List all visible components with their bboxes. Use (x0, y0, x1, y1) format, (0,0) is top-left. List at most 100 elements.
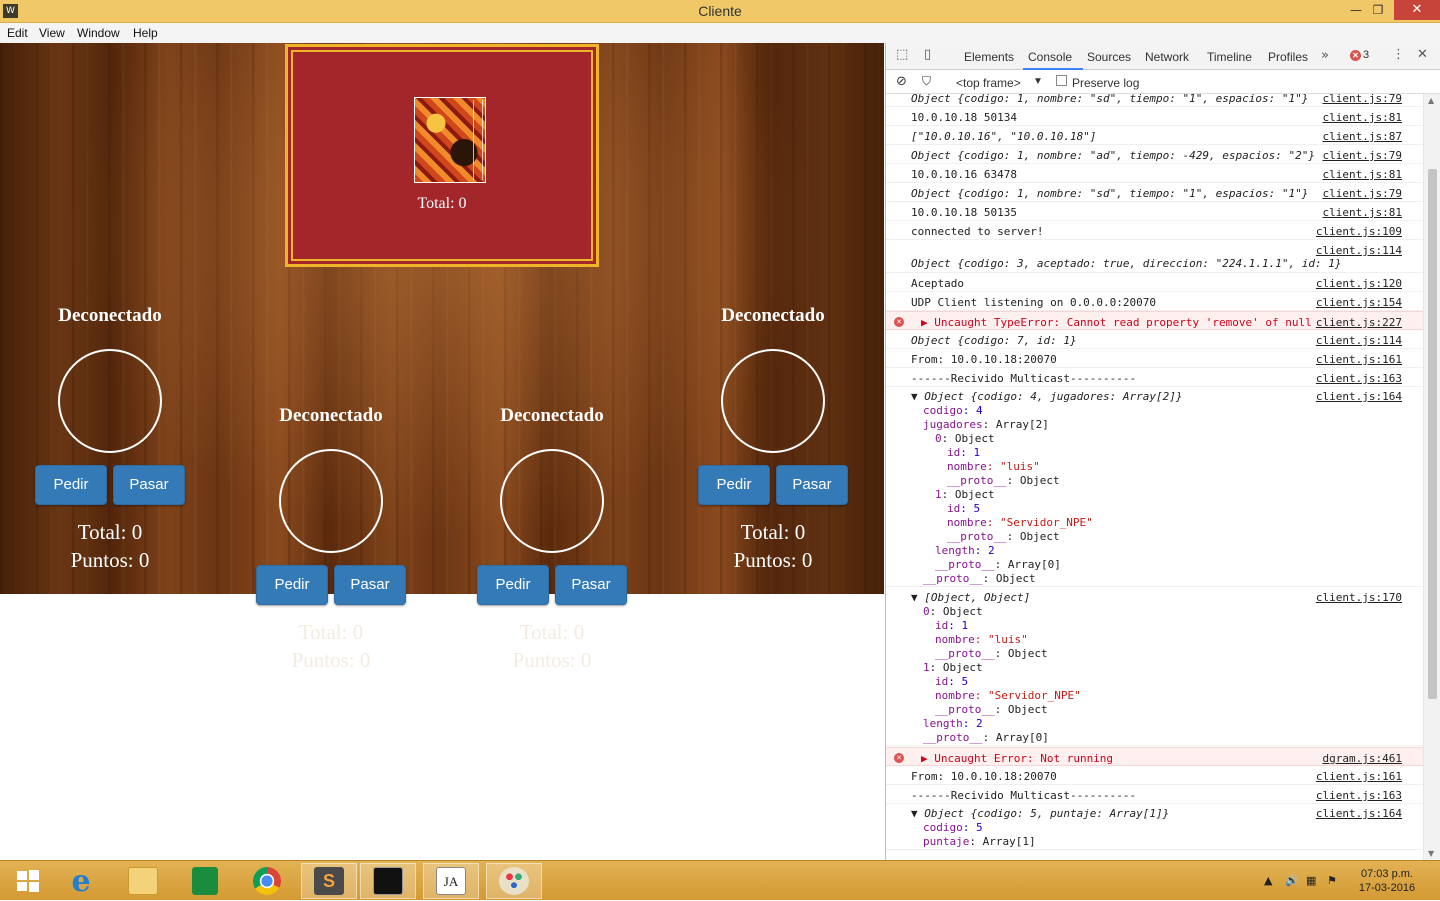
tab-elements[interactable]: Elements (964, 50, 1014, 64)
system-tray: ▲ 🔊 ▦ ⚑ 07:03 p.m. 17-03-2016 (1220, 861, 1440, 901)
console-source-link[interactable]: client.js:79 (1323, 94, 1402, 105)
tab-profiles[interactable]: Profiles (1268, 50, 1308, 64)
tab-timeline[interactable]: Timeline (1207, 50, 1252, 64)
console-row: 10.0.10.18 50134 client.js:81 (886, 107, 1424, 126)
tree-line: __proto__: Array[0] (935, 558, 1061, 571)
console-row: Object {codigo: 7, id: 1} client.js:114 (886, 330, 1424, 349)
console-source-link[interactable]: client.js:81 (1323, 168, 1402, 181)
scroll-thumb[interactable] (1428, 169, 1437, 699)
show-hidden-icons[interactable]: ▲ (1264, 874, 1272, 887)
console-source-link[interactable]: client.js:79 (1323, 187, 1402, 200)
taskbar-sublime[interactable]: S (301, 863, 357, 899)
tab-sources[interactable]: Sources (1087, 50, 1131, 64)
tab-network[interactable]: Network (1145, 50, 1189, 64)
console-message: 10.0.10.18 50135 (911, 206, 1017, 219)
frame-select[interactable]: <top frame> (956, 76, 1021, 90)
console-source-link[interactable]: client.js:87 (1323, 130, 1402, 143)
console-source-link[interactable]: client.js:114 (1316, 244, 1402, 257)
error-count: 3 (1363, 49, 1370, 61)
console-source-link[interactable]: client.js:161 (1316, 353, 1402, 366)
console-message: Aceptado (911, 277, 964, 290)
frame-dropdown-icon[interactable]: ▼ (1033, 76, 1043, 87)
taskbar-store[interactable] (177, 863, 233, 899)
console-source-link[interactable]: client.js:81 (1323, 111, 1402, 124)
menu-window[interactable]: Window (77, 26, 120, 40)
player-name: Deconectado (279, 405, 383, 426)
console-message: UDP Client listening on 0.0.0.0:20070 (911, 296, 1157, 309)
console-source-link[interactable]: client.js:163 (1316, 372, 1402, 385)
console-object-tree[interactable]: ▼ Object {codigo: 5, puntaje: Array[1]} c… (886, 804, 1424, 850)
player-avatar-circle (721, 349, 825, 453)
pedir-button[interactable]: Pedir (477, 565, 549, 605)
scroll-up-icon[interactable]: ▲ (1428, 96, 1434, 105)
game-area: Total: 0 Deconectado Pedir Pasar Total: … (0, 43, 884, 860)
console-source-link[interactable]: client.js:79 (1323, 149, 1402, 162)
tree-head[interactable]: ▼ Object {codigo: 5, puntaje: Array[1]} (911, 807, 1169, 820)
network-icon[interactable]: ▦ (1306, 874, 1316, 887)
inspect-icon[interactable]: ⬚ (896, 47, 908, 62)
tree-line: 0: Object (935, 432, 995, 445)
console-source-link[interactable]: client.js:109 (1316, 225, 1402, 238)
console-source-link[interactable]: client.js:81 (1323, 206, 1402, 219)
menu-edit[interactable]: Edit (7, 26, 28, 40)
pasar-button[interactable]: Pasar (334, 565, 406, 605)
more-tabs-icon[interactable]: » (1321, 48, 1329, 63)
start-button[interactable] (0, 863, 56, 899)
console-source-link[interactable]: client.js:154 (1316, 296, 1402, 309)
console-row: ["10.0.10.16", "10.0.10.18"] client.js:87 (886, 126, 1424, 145)
console-source-link[interactable]: client.js:114 (1316, 334, 1402, 347)
console-source-link[interactable]: client.js:161 (1316, 770, 1402, 783)
tree-line: id: 1 (947, 446, 981, 459)
console-error-row: ✕ ▶ Uncaught TypeError: Cannot read prope… (886, 311, 1424, 330)
error-counter[interactable]: ✕ 3 (1350, 49, 1369, 61)
menu-help[interactable]: Help (133, 26, 158, 40)
console-row: ------Recivido Multicast---------- client… (886, 785, 1424, 804)
tree-line: id: 5 (947, 502, 981, 515)
console-source-link[interactable]: client.js:164 (1316, 390, 1402, 403)
close-button[interactable]: ✕ (1394, 0, 1440, 20)
pedir-button[interactable]: Pedir (35, 465, 107, 505)
close-devtools-icon[interactable]: ✕ (1417, 47, 1428, 62)
clear-console-icon[interactable]: ⊘ (896, 74, 907, 89)
taskbar-file-explorer[interactable] (115, 863, 171, 899)
console-source-link[interactable]: client.js:164 (1316, 807, 1402, 820)
menu-view[interactable]: View (39, 26, 65, 40)
deck-card[interactable] (414, 97, 486, 183)
console-message: ▶ Uncaught Error: Not running (921, 752, 1114, 765)
console-message: Object {codigo: 1, nombre: "sd", tiempo:… (911, 94, 1309, 105)
clock[interactable]: 07:03 p.m. 17-03-2016 (1352, 867, 1422, 895)
pedir-button[interactable]: Pedir (256, 565, 328, 605)
taskbar-internet-explorer[interactable]: e (53, 863, 109, 899)
console-object-tree[interactable]: ▼ [Object, Object] client.js:170 0: Object… (886, 588, 1424, 746)
pasar-button[interactable]: Pasar (776, 465, 848, 505)
player-puntos: Puntos: 0 (512, 648, 592, 672)
console-source-link[interactable]: client.js:120 (1316, 277, 1402, 290)
device-mode-icon[interactable]: ▯ (924, 47, 931, 62)
taskbar-cmd[interactable] (360, 863, 416, 899)
preserve-log-checkbox[interactable] (1056, 75, 1067, 86)
devtools-panel: ⬚ ▯ Elements Console Sources Network Tim… (885, 43, 1440, 860)
restore-button[interactable]: ❐ (1364, 0, 1392, 20)
console-object-tree[interactable]: ▼ Object {codigo: 4, jugadores: Array[2]… (886, 387, 1424, 587)
taskbar-paint[interactable] (486, 863, 542, 899)
sublime-icon: S (314, 867, 344, 895)
pasar-button[interactable]: Pasar (113, 465, 185, 505)
taskbar-chrome[interactable] (239, 863, 295, 899)
console-source-link[interactable]: dgram.js:461 (1323, 752, 1402, 765)
filter-icon[interactable]: ⛉ (922, 74, 931, 89)
tree-head[interactable]: ▼ [Object, Object] (911, 591, 1030, 604)
scroll-down-icon[interactable]: ▼ (1428, 849, 1434, 858)
console-source-link[interactable]: client.js:227 (1316, 316, 1402, 329)
taskbar-cards-app[interactable]: JA (423, 863, 479, 899)
pedir-button[interactable]: Pedir (698, 465, 770, 505)
player-total: Total: 0 (519, 620, 585, 644)
volume-icon[interactable]: 🔊 (1285, 874, 1299, 887)
console-scrollbar[interactable]: ▲ ▼ (1423, 94, 1440, 860)
action-center-icon[interactable]: ⚑ (1327, 874, 1337, 887)
menu-dots-icon[interactable]: ⋮ (1392, 47, 1405, 62)
tree-head[interactable]: ▼ Object {codigo: 4, jugadores: Array[2]… (911, 390, 1183, 403)
pasar-button[interactable]: Pasar (555, 565, 627, 605)
console-source-link[interactable]: client.js:163 (1316, 789, 1402, 802)
console-source-link[interactable]: client.js:170 (1316, 591, 1402, 604)
tab-console[interactable]: Console (1028, 50, 1072, 64)
